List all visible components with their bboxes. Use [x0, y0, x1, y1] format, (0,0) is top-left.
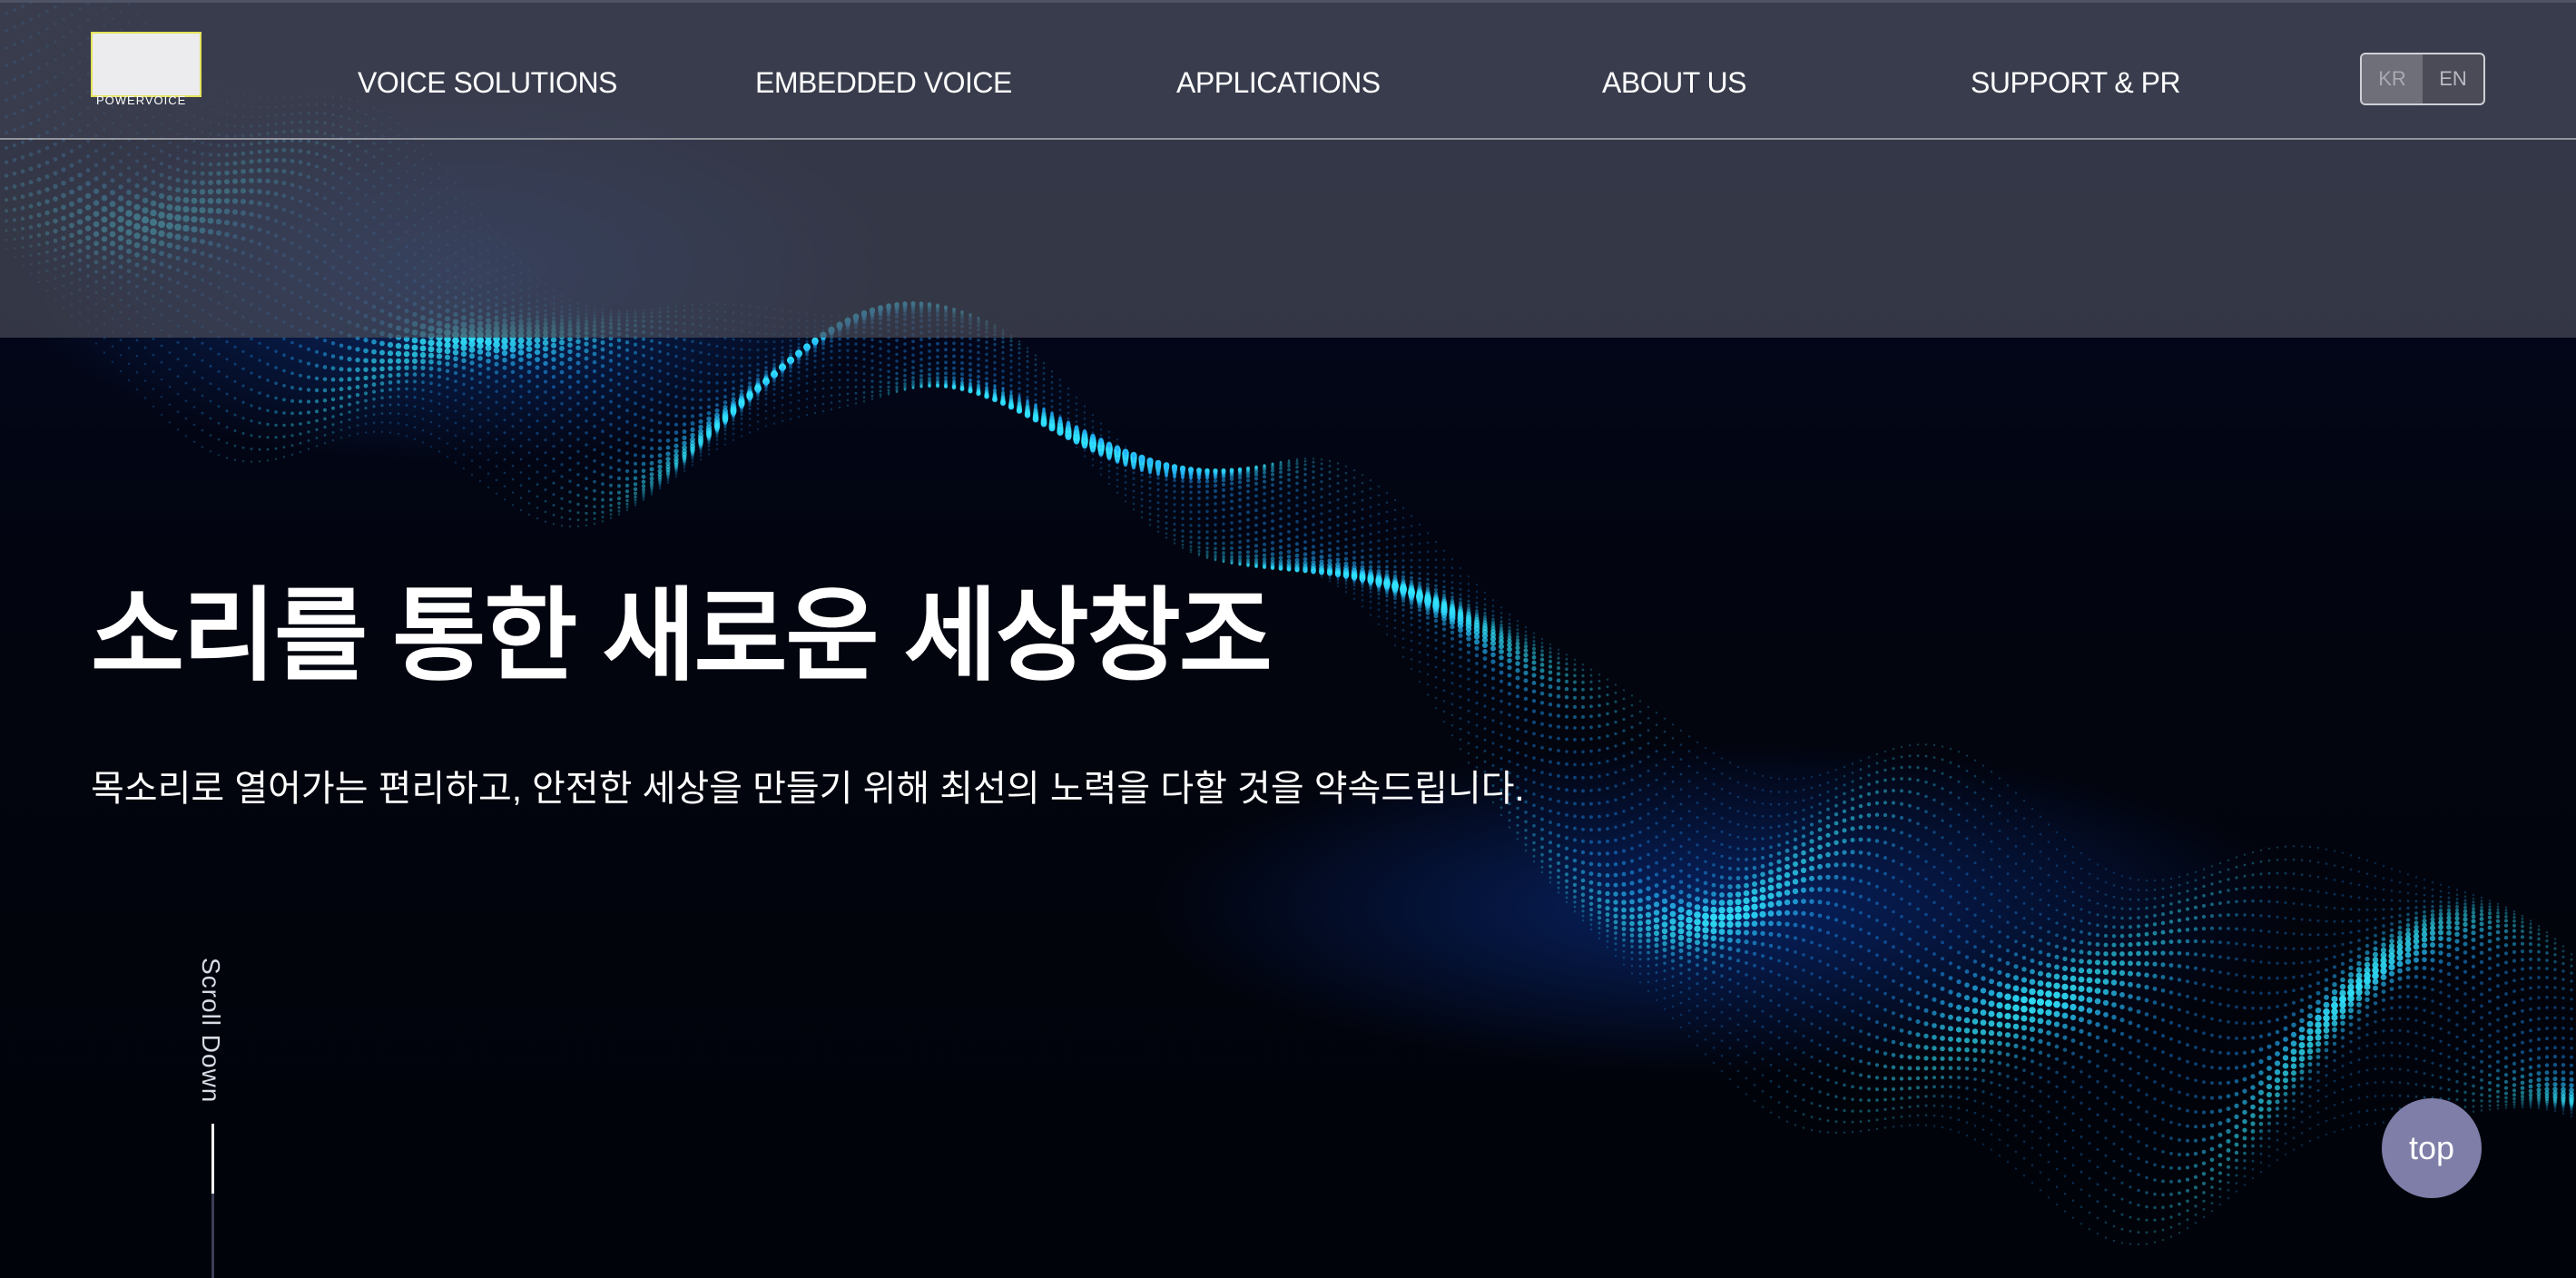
- lang-kr-button[interactable]: KR: [2362, 54, 2423, 103]
- header: POWERVOICE VOICE SOLUTIONS EMBEDDED VOIC…: [0, 0, 2576, 140]
- back-to-top-button[interactable]: top: [2382, 1098, 2482, 1198]
- language-switcher: KR EN: [2360, 53, 2485, 105]
- nav-applications[interactable]: APPLICATIONS: [1176, 66, 1381, 100]
- logo[interactable]: [91, 32, 202, 97]
- hero-subtitle: 목소리로 열어가는 편리하고, 안전한 세상을 만들기 위해 최선의 노력을 다…: [91, 769, 1525, 809]
- nav-voice-solutions[interactable]: VOICE SOLUTIONS: [358, 66, 617, 100]
- scroll-down-label: Scroll Down: [197, 958, 225, 1104]
- scroll-indicator: [211, 1124, 214, 1194]
- nav-embedded-voice[interactable]: EMBEDDED VOICE: [755, 66, 1012, 100]
- nav-support-pr[interactable]: SUPPORT & PR: [1971, 66, 2181, 100]
- nav-dropdown-panel: [0, 140, 2576, 338]
- nav-about-us[interactable]: ABOUT US: [1602, 66, 1747, 100]
- hero-title: 소리를 통한 새로운 세상창조: [91, 579, 1273, 693]
- logo-text: POWERVOICE: [96, 93, 187, 107]
- lang-en-button[interactable]: EN: [2423, 54, 2483, 103]
